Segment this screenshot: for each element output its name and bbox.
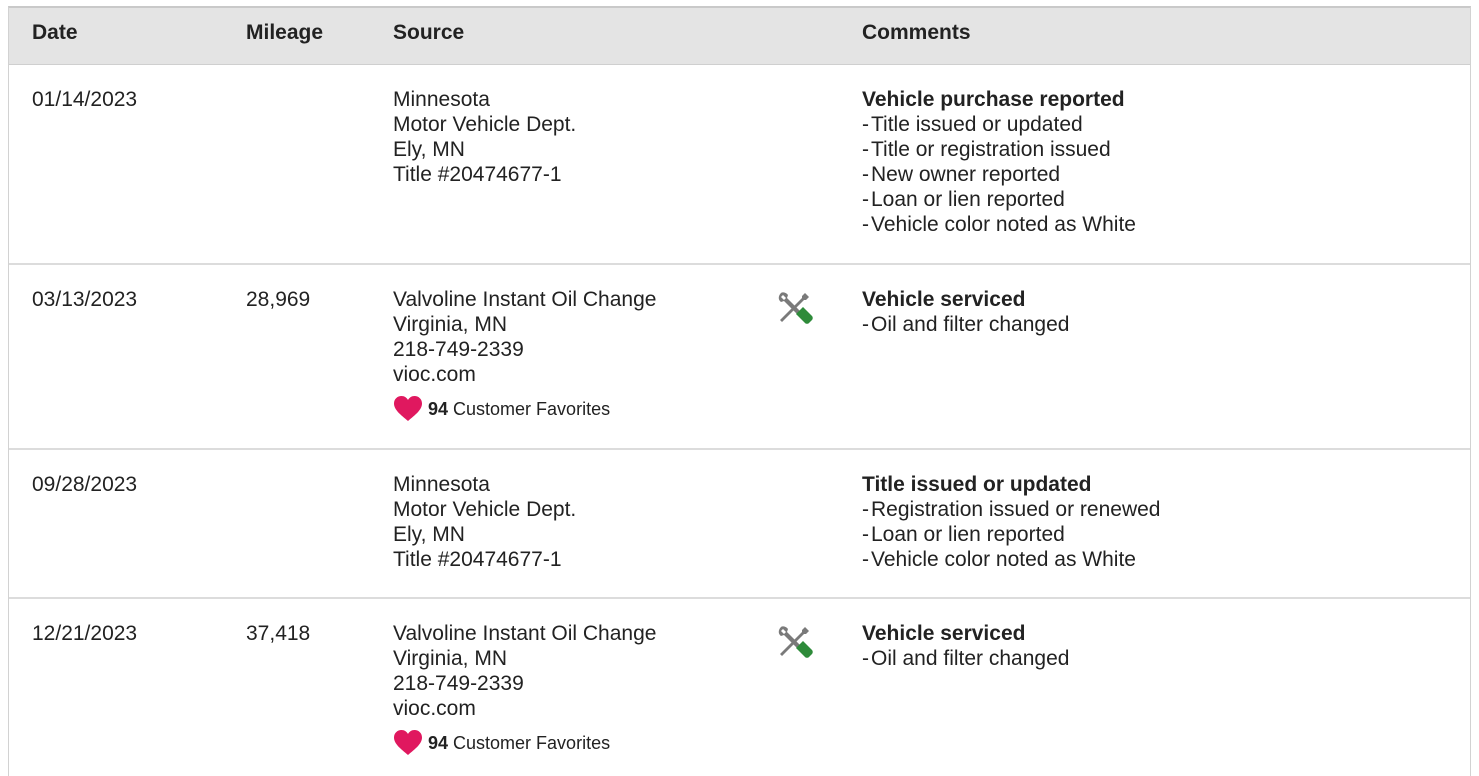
comment-item: Oil and filter changed <box>862 646 1069 671</box>
row-source: Valvoline Instant Oil Change Virginia, MN… <box>393 621 656 756</box>
vehicle-history-table: Date Mileage Source Comments 01/14/2023 M… <box>8 6 1471 776</box>
row-comments: Vehicle servicedOil and filter changed <box>862 621 1069 671</box>
favorites-label: Customer Favorites <box>453 398 611 419</box>
source-line: Motor Vehicle Dept. <box>393 498 577 521</box>
source-line: Title #20474677-1 <box>393 548 562 571</box>
comment-item: Vehicle color noted as White <box>862 212 1136 237</box>
comment-item: Title or registration issued <box>862 137 1136 162</box>
favorites-count: 94 <box>428 398 449 419</box>
table-row: 09/28/2023 Minnesota Motor Vehicle Dept. El… <box>9 450 1470 599</box>
source-line: Virginia, MN <box>393 313 507 336</box>
header-comments: Comments <box>862 21 971 44</box>
table-row: 01/14/2023 Minnesota Motor Vehicle Dept. El… <box>9 65 1470 265</box>
tools-icon <box>778 626 813 658</box>
source-line: Valvoline Instant Oil Change <box>393 288 657 311</box>
row-comments: Vehicle purchase reportedTitle issued or… <box>862 87 1136 237</box>
source-line: Motor Vehicle Dept. <box>393 113 577 136</box>
customer-favorites[interactable]: 94 Customer Favorites <box>393 729 656 756</box>
row-mileage: 28,969 <box>246 288 311 311</box>
source-line: vioc.com <box>393 697 476 720</box>
tools-icon <box>778 292 813 324</box>
row-date: 09/28/2023 <box>32 473 138 496</box>
table-row: 12/21/2023 37,418 Valvoline Instant Oil Ch… <box>9 599 1470 776</box>
comment-title: Vehicle serviced <box>862 622 1026 645</box>
source-line: Ely, MN <box>393 138 465 161</box>
source-line: Minnesota <box>393 473 490 496</box>
source-line: Virginia, MN <box>393 647 507 670</box>
source-line: 218-749-2339 <box>393 338 524 361</box>
table-header: Date Mileage Source Comments <box>9 8 1470 65</box>
comment-item: Title issued or updated <box>862 112 1136 137</box>
row-date: 12/21/2023 <box>32 622 138 645</box>
table-row: 03/13/2023 28,969 Valvoline Instant Oil Ch… <box>9 265 1470 450</box>
comment-item: Vehicle color noted as White <box>862 547 1161 572</box>
row-comments: Title issued or updatedRegistration issu… <box>862 472 1161 572</box>
source-line: vioc.com <box>393 363 476 386</box>
service-icon <box>775 289 815 329</box>
source-line: 218-749-2339 <box>393 672 524 695</box>
row-date: 03/13/2023 <box>32 288 138 311</box>
header-date: Date <box>32 21 78 44</box>
comment-item: Loan or lien reported <box>862 522 1161 547</box>
header-mileage: Mileage <box>246 21 324 44</box>
comment-title: Vehicle purchase reported <box>862 88 1125 111</box>
source-line: Minnesota <box>393 88 490 111</box>
comment-item: Oil and filter changed <box>862 312 1069 337</box>
favorites-label: Customer Favorites <box>453 732 611 753</box>
comment-item: Loan or lien reported <box>862 187 1136 212</box>
service-icon <box>775 623 815 663</box>
source-line: Valvoline Instant Oil Change <box>393 622 657 645</box>
comment-item: Registration issued or renewed <box>862 497 1161 522</box>
table-body: 01/14/2023 Minnesota Motor Vehicle Dept. El… <box>9 65 1470 776</box>
source-line: Ely, MN <box>393 523 465 546</box>
row-source: Minnesota Motor Vehicle Dept. Ely, MN Title… <box>393 87 576 187</box>
row-date: 01/14/2023 <box>32 88 138 111</box>
heart-icon <box>394 730 422 755</box>
favorites-count: 94 <box>428 732 449 753</box>
row-source: Minnesota Motor Vehicle Dept. Ely, MN Title… <box>393 472 576 572</box>
customer-favorites[interactable]: 94 Customer Favorites <box>393 395 656 422</box>
comment-title: Title issued or updated <box>862 473 1092 496</box>
row-mileage: 37,418 <box>246 622 311 645</box>
heart-icon <box>394 396 422 421</box>
comment-title: Vehicle serviced <box>862 288 1026 311</box>
row-source: Valvoline Instant Oil Change Virginia, MN… <box>393 287 656 422</box>
header-source: Source <box>393 21 465 44</box>
row-comments: Vehicle servicedOil and filter changed <box>862 287 1069 337</box>
comment-item: New owner reported <box>862 162 1136 187</box>
source-line: Title #20474677-1 <box>393 163 562 186</box>
